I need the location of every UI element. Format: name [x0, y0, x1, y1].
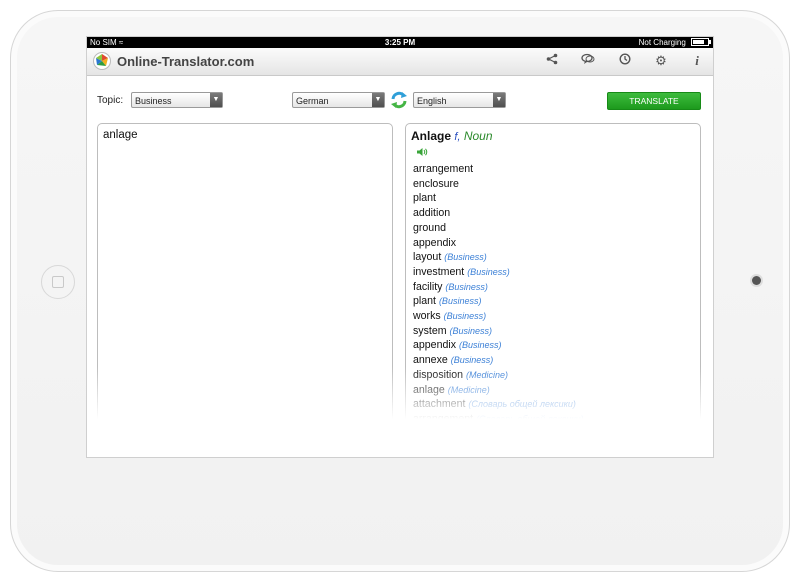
- logo-icon: [93, 52, 111, 70]
- translation-topic-tag: (Словарь общей лексики): [468, 399, 576, 410]
- share-icon[interactable]: [542, 52, 562, 70]
- translation-item[interactable]: enclosure: [413, 177, 584, 192]
- translation-item[interactable]: anlage (Medicine): [413, 383, 584, 398]
- power-status: Not Charging: [638, 37, 711, 48]
- translation-topic-tag: (Business): [445, 281, 488, 292]
- translation-topic-tag: (Словарь общей лексики): [476, 413, 584, 424]
- translation-word: ground: [413, 221, 446, 234]
- translation-topic-tag: (Business): [467, 266, 510, 277]
- translation-word: anlage: [413, 383, 445, 396]
- translation-word: addition: [413, 207, 451, 220]
- chevron-down-icon: ▼: [372, 93, 384, 107]
- translation-item[interactable]: appendix (Business): [413, 338, 584, 353]
- camera-icon: [752, 276, 761, 285]
- target-language-value: English: [417, 96, 447, 106]
- translation-word: plant: [413, 192, 436, 205]
- topic-value: Business: [135, 96, 172, 106]
- translation-list: arrangement enclosure plant addition ground a…: [413, 162, 584, 427]
- translation-item[interactable]: system (Business): [413, 324, 584, 339]
- app-header: Online-Translator.com ⚙ i: [87, 48, 713, 76]
- history-icon[interactable]: [615, 52, 635, 70]
- translation-item[interactable]: arrangement: [413, 162, 584, 177]
- translation-item[interactable]: investment (Business): [413, 265, 584, 280]
- translation-word: plant: [413, 295, 436, 308]
- translation-item[interactable]: facility (Business): [413, 280, 584, 295]
- translation-item[interactable]: addition: [413, 206, 584, 221]
- chat-icon[interactable]: [578, 52, 598, 70]
- chevron-down-icon: ▼: [210, 93, 222, 107]
- translation-item[interactable]: plant: [413, 191, 584, 206]
- translation-topic-tag: (Business): [438, 296, 482, 307]
- translation-word: annexe: [413, 354, 448, 367]
- translation-word: arrangement: [413, 163, 474, 175]
- power-text: Not Charging: [638, 38, 686, 47]
- translation-topic-tag: (Business): [450, 355, 494, 366]
- translation-word: enclosure: [413, 177, 459, 190]
- translation-word: appendix: [413, 236, 457, 249]
- translation-topic-tag: (Business): [458, 340, 502, 351]
- chevron-down-icon: ▼: [493, 93, 505, 107]
- source-text-area[interactable]: anlage: [97, 123, 393, 457]
- translation-topic-tag: (Medicine): [447, 384, 490, 395]
- translation-panel: Anlage f, Noun arrangement enclosure plant…: [405, 123, 701, 457]
- battery-icon: [691, 38, 711, 46]
- swap-languages-icon[interactable]: [389, 90, 409, 110]
- translation-topic-tag: (Business): [449, 325, 493, 336]
- translation-item[interactable]: plant (Business): [413, 294, 584, 309]
- translation-word: appendix: [413, 339, 457, 352]
- topic-select[interactable]: Business ▼: [131, 92, 223, 108]
- translation-topic-tag: (Business): [444, 252, 487, 263]
- translation-word: system: [413, 324, 447, 337]
- translation-topic-tag: (Business): [443, 311, 487, 322]
- translation-word: works: [413, 310, 441, 323]
- target-language-select[interactable]: English ▼: [413, 92, 506, 108]
- translation-word: investment: [413, 265, 465, 278]
- translation-word: disposition: [413, 368, 464, 381]
- app-title: Online-Translator.com: [117, 54, 255, 69]
- headword-text: Anlage: [411, 129, 452, 143]
- status-time: 3:25 PM: [384, 38, 416, 47]
- translation-word: attachment: [413, 398, 466, 411]
- part-of-speech: Noun: [463, 129, 493, 143]
- translation-item[interactable]: layout (Business): [413, 250, 584, 265]
- info-icon[interactable]: i: [687, 52, 707, 70]
- translation-item[interactable]: attachment (Словарь общей лексики): [413, 397, 584, 412]
- headword: Anlage f, Noun: [411, 129, 493, 143]
- status-bar: No SIM ≈ 3:25 PM Not Charging: [87, 37, 713, 48]
- translation-item[interactable]: ground: [413, 221, 584, 236]
- topic-label: Topic:: [97, 95, 124, 106]
- translation-topic-tag: (Medicine): [466, 369, 509, 380]
- source-text: anlage: [103, 129, 138, 141]
- translation-item[interactable]: works (Business): [413, 309, 584, 324]
- source-language-select[interactable]: German ▼: [292, 92, 385, 108]
- translation-word: layout: [413, 251, 442, 264]
- translation-item[interactable]: appendix: [413, 236, 584, 251]
- translation-item[interactable]: annexe (Business): [413, 353, 584, 368]
- translation-word: arrangement: [413, 412, 474, 425]
- gender-label: f,: [454, 131, 461, 143]
- translate-button[interactable]: TRANSLATE: [607, 92, 701, 110]
- speaker-icon[interactable]: [416, 147, 428, 157]
- translation-item[interactable]: arrangement (Словарь общей лексики): [413, 412, 584, 427]
- source-language-value: German: [296, 96, 329, 106]
- translation-word: facility: [413, 280, 443, 293]
- screen: No SIM ≈ 3:25 PM Not Charging Online-Tra…: [86, 36, 714, 458]
- translation-item[interactable]: disposition (Medicine): [413, 368, 584, 383]
- home-button[interactable]: [41, 265, 75, 299]
- settings-icon[interactable]: ⚙: [651, 52, 671, 70]
